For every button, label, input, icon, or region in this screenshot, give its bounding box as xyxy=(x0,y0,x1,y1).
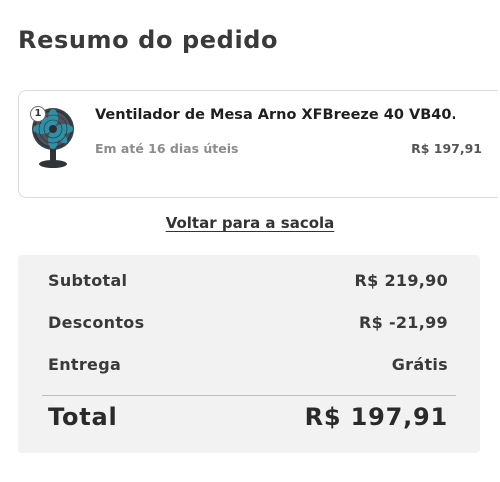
delivery-row: Entrega Grátis xyxy=(48,355,448,374)
product-price: R$ 197,91 xyxy=(411,141,482,156)
discount-value: R$ -21,99 xyxy=(359,313,448,332)
product-name[interactable]: Ventilador de Mesa Arno XFBreeze 40 VB40… xyxy=(95,107,455,123)
quantity-badge: 1 xyxy=(30,106,46,122)
subtotal-row: Subtotal R$ 219,90 xyxy=(48,271,448,290)
subtotal-label: Subtotal xyxy=(48,271,128,290)
delivery-value: Grátis xyxy=(391,355,448,374)
total-value: R$ 197,91 xyxy=(304,403,448,431)
order-summary-box: Subtotal R$ 219,90 Descontos R$ -21,99 E… xyxy=(18,255,480,453)
discount-row: Descontos R$ -21,99 xyxy=(48,313,448,332)
total-label: Total xyxy=(48,403,118,431)
subtotal-value: R$ 219,90 xyxy=(354,271,448,290)
total-row: Total R$ 197,91 xyxy=(48,403,448,431)
summary-divider xyxy=(42,395,456,396)
page-title: Resumo do pedido xyxy=(18,26,279,54)
delivery-label: Entrega xyxy=(48,355,122,374)
back-to-bag-link[interactable]: Voltar para a sacola xyxy=(0,214,500,232)
cart-item-card[interactable]: 1 Ventilador de Mesa Arno XFBreeze 40 VB… xyxy=(18,90,498,198)
discount-label: Descontos xyxy=(48,313,145,332)
delivery-estimate: Em até 16 dias úteis xyxy=(95,141,239,156)
